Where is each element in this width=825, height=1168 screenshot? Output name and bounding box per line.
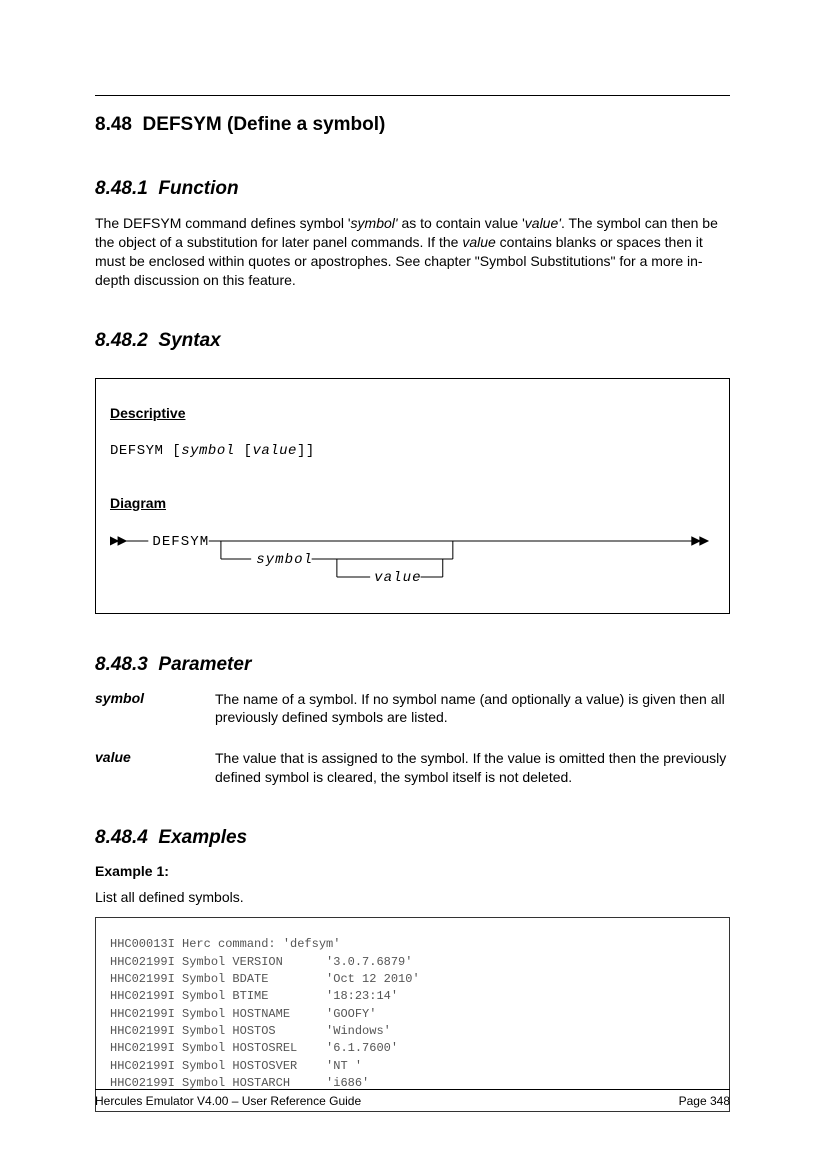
- parameter-row: symbol The name of a symbol. If no symbo…: [95, 690, 730, 728]
- descriptive-syntax: DEFSYM [symbol [value]]: [110, 443, 715, 459]
- function-heading-text: Function: [158, 178, 238, 199]
- example-1-label: Example 1:: [95, 863, 730, 879]
- param-desc: The name of a symbol. If no symbol name …: [215, 690, 730, 728]
- parameter-table: symbol The name of a symbol. If no symbo…: [95, 690, 730, 788]
- examples-heading: 8.48.4 Examples: [95, 827, 730, 849]
- parameter-heading: 8.48.3 Parameter: [95, 654, 730, 676]
- param-name: value: [95, 749, 215, 787]
- parameter-heading-num: 8.48.3: [95, 654, 148, 675]
- footer-right: Page 348: [679, 1094, 730, 1108]
- page-footer: Hercules Emulator V4.00 – User Reference…: [95, 1089, 730, 1108]
- section-name: DEFSYM (Define a symbol): [143, 114, 386, 135]
- diag-symbol: symbol: [256, 552, 313, 568]
- examples-heading-num: 8.48.4: [95, 827, 148, 848]
- diag-cmd: DEFSYM: [152, 534, 209, 550]
- example-1-code: HHC00013I Herc command: 'defsym' HHC0219…: [95, 917, 730, 1112]
- syntax-box: Descriptive DEFSYM [symbol [value]] Diag…: [95, 378, 730, 614]
- descriptive-label: Descriptive: [110, 405, 715, 421]
- function-heading: 8.48.1 Function: [95, 178, 730, 200]
- section-title: 8.48 DEFSYM (Define a symbol): [95, 114, 730, 136]
- example-1-desc: List all defined symbols.: [95, 889, 730, 905]
- section-number: 8.48: [95, 114, 132, 135]
- syntax-heading-num: 8.48.2: [95, 330, 148, 351]
- syntax-diagram: DEFSYM symbol value: [110, 533, 715, 593]
- diag-value: value: [374, 570, 421, 586]
- railroad-diagram-icon: DEFSYM symbol value: [110, 533, 715, 593]
- syntax-heading: 8.48.2 Syntax: [95, 330, 730, 352]
- examples-heading-text: Examples: [158, 827, 247, 848]
- syntax-heading-text: Syntax: [158, 330, 220, 351]
- top-rule: [95, 95, 730, 96]
- diagram-label: Diagram: [110, 495, 715, 511]
- param-name: symbol: [95, 690, 215, 728]
- page-content: 8.48 DEFSYM (Define a symbol) 8.48.1 Fun…: [0, 0, 825, 1112]
- function-heading-num: 8.48.1: [95, 178, 148, 199]
- footer-left: Hercules Emulator V4.00 – User Reference…: [95, 1094, 361, 1108]
- parameter-heading-text: Parameter: [158, 654, 251, 675]
- parameter-row: value The value that is assigned to the …: [95, 749, 730, 787]
- function-body: The DEFSYM command defines symbol 'symbo…: [95, 214, 730, 290]
- param-desc: The value that is assigned to the symbol…: [215, 749, 730, 787]
